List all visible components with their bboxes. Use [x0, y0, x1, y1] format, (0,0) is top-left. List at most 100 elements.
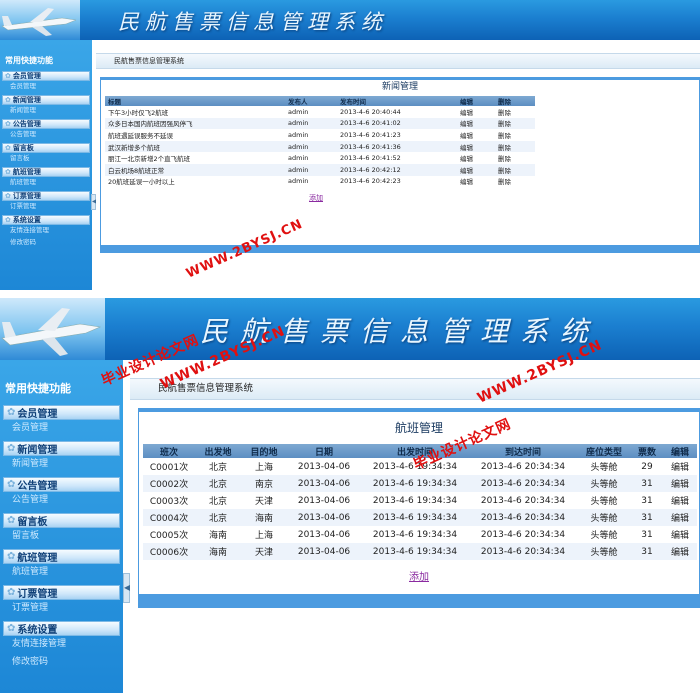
- edit-link[interactable]: 编辑: [457, 163, 495, 176]
- seat-type-cell: 头等舱: [577, 509, 631, 526]
- sidebar-item-member[interactable]: 会员管理: [0, 420, 123, 438]
- airplane-image: [0, 298, 105, 360]
- table-row: 武汉新增多个航班 admin 2013-4-6 20:41:36 编辑 删除: [105, 140, 535, 153]
- edit-link[interactable]: 编辑: [457, 129, 495, 141]
- arrival-cell: 2013-4-6 20:34:34: [469, 509, 577, 526]
- time-cell: 2013-4-6 20:42:12: [337, 163, 457, 176]
- sidebar-group-settings[interactable]: ✿ 系统设置: [3, 621, 120, 636]
- column-header: 发布时间: [337, 96, 457, 106]
- edit-link[interactable]: 编辑: [663, 526, 697, 543]
- edit-link[interactable]: 编辑: [663, 543, 697, 560]
- sidebar-item-links[interactable]: 友情连接管理: [0, 225, 92, 237]
- destination-cell: 天津: [254, 497, 273, 507]
- table-row: C0004次 北京 海南 2013-04-06 2013-4-6 19:34:3…: [143, 509, 697, 526]
- sidebar-group-booking[interactable]: ✿ 订票管理: [3, 585, 120, 600]
- sidebar-heading: 常用快捷功能: [5, 56, 53, 65]
- time-cell: 2013-4-6 20:41:36: [337, 140, 457, 153]
- edit-link[interactable]: 编辑: [663, 475, 697, 492]
- column-header: 编辑: [663, 444, 697, 458]
- news-title-cell: 丽江一北京新增2个直飞航班: [108, 155, 191, 164]
- publisher-cell: admin: [288, 130, 309, 139]
- sidebar-group-member[interactable]: ✿ 会员管理: [2, 71, 90, 81]
- sidebar-group-message[interactable]: ✿ 留言板: [3, 513, 120, 528]
- column-header: 出发地: [195, 444, 241, 458]
- edit-link[interactable]: 编辑: [663, 509, 697, 526]
- sidebar-item-member[interactable]: 会员管理: [0, 81, 92, 93]
- gear-icon: ✿: [7, 479, 16, 490]
- main-content: 民航售票信息管理系统 新闻管理 标题 发布人 发布时间 编辑 删除 下午3小时仅…: [96, 40, 700, 290]
- sidebar-collapse-toggle[interactable]: ◀: [123, 573, 130, 603]
- delete-link[interactable]: 删除: [495, 117, 535, 130]
- delete-link[interactable]: 删除: [495, 129, 535, 141]
- delete-link[interactable]: 删除: [495, 140, 535, 153]
- sidebar-group-settings[interactable]: ✿ 系统设置: [2, 215, 90, 225]
- time-cell: 2013-4-6 20:41:23: [340, 130, 401, 139]
- add-flight-link[interactable]: 添加: [139, 568, 699, 583]
- origin-cell: 海南: [208, 531, 227, 541]
- flight-no-cell: C0001次: [149, 463, 189, 473]
- delete-link[interactable]: 删除: [495, 176, 535, 188]
- table-row: 白云机场8航班正常 admin 2013-4-6 20:42:12 编辑 删除: [105, 163, 535, 176]
- destination-cell: 南京: [241, 475, 287, 492]
- seat-type-cell: 头等舱: [577, 475, 631, 492]
- sidebar-item-flight[interactable]: 航班管理: [0, 564, 123, 582]
- sidebar-item-notice[interactable]: 公告管理: [0, 129, 92, 141]
- add-news-link[interactable]: 添加: [101, 193, 531, 203]
- table-row: 下午3小时仅飞2航班 admin 2013-4-6 20:40:44 编辑 删除: [105, 106, 535, 118]
- arrival-cell: 2013-4-6 20:34:34: [480, 529, 566, 540]
- date-cell: 2013-04-06: [287, 509, 361, 526]
- delete-link[interactable]: 删除: [495, 163, 535, 176]
- sidebar-item-booking[interactable]: 订票管理: [0, 201, 92, 213]
- seat-type-cell: 头等舱: [590, 531, 618, 541]
- edit-link[interactable]: 编辑: [663, 492, 697, 509]
- time-cell: 2013-4-6 20:42:23: [340, 177, 401, 186]
- sidebar-group-member[interactable]: ✿ 会员管理: [3, 405, 120, 420]
- news-title-cell: 武汉新增多个航班: [105, 140, 285, 153]
- edit-link[interactable]: 编辑: [457, 176, 495, 188]
- sidebar-group-news[interactable]: ✿ 新闻管理: [3, 441, 120, 456]
- sidebar-item-links[interactable]: 友情连接管理: [0, 636, 123, 654]
- edit-link[interactable]: 编辑: [457, 106, 495, 118]
- origin-cell: 北京: [195, 475, 241, 492]
- panel-title: 新闻管理: [381, 82, 418, 92]
- delete-link[interactable]: 删除: [495, 106, 535, 118]
- sidebar-item-password[interactable]: 修改密码: [0, 237, 92, 249]
- edit-link[interactable]: 编辑: [457, 117, 495, 130]
- edit-link[interactable]: 编辑: [663, 458, 697, 475]
- sidebar-item-notice[interactable]: 公告管理: [0, 492, 123, 510]
- publisher-cell: admin: [288, 154, 309, 163]
- sidebar-item-message[interactable]: 留言板: [0, 528, 123, 546]
- publisher-cell: admin: [288, 107, 309, 116]
- seat-type-cell: 头等舱: [590, 497, 618, 507]
- sidebar-item-message[interactable]: 留言板: [0, 153, 92, 165]
- sidebar-group-notice[interactable]: ✿ 公告管理: [2, 119, 90, 129]
- delete-link[interactable]: 删除: [495, 152, 535, 164]
- sidebar-group-booking[interactable]: ✿ 订票管理: [2, 191, 90, 201]
- edit-link[interactable]: 编辑: [457, 152, 495, 164]
- time-cell: 2013-4-6 20:41:52: [340, 154, 401, 163]
- flight-no-cell: C0002次: [143, 475, 195, 492]
- sidebar-group-flight[interactable]: ✿ 航班管理: [2, 167, 90, 177]
- origin-cell: 海南: [195, 543, 241, 560]
- sidebar-item-booking[interactable]: 订票管理: [0, 600, 123, 618]
- destination-cell: 天津: [241, 543, 287, 560]
- arrival-cell: 2013-4-6 20:34:34: [480, 461, 566, 472]
- sidebar-group-notice[interactable]: ✿ 公告管理: [3, 477, 120, 492]
- sidebar-item-password[interactable]: 修改密码: [0, 654, 123, 672]
- flight-panel: 航班管理 班次 出发地 目的地 日期 出发时间 到达时间 座位类型 票数 编辑: [138, 408, 700, 608]
- sidebar-group-news[interactable]: ✿ 新闻管理: [2, 95, 90, 105]
- column-header: 到达时间: [469, 444, 577, 458]
- edit-link[interactable]: 编辑: [457, 140, 495, 153]
- table-row: C0005次 海南 上海 2013-04-06 2013-4-6 19:34:3…: [143, 526, 697, 543]
- sidebar-item-news[interactable]: 新闻管理: [0, 456, 123, 474]
- sidebar-group-message[interactable]: ✿ 留言板: [2, 143, 90, 153]
- news-title-cell: 20航班延误一小时以上: [108, 178, 175, 187]
- gear-icon: ✿: [7, 623, 16, 634]
- panel-title: 航班管理: [394, 421, 443, 435]
- sidebar-group-flight[interactable]: ✿ 航班管理: [3, 549, 120, 564]
- sidebar-item-news[interactable]: 新闻管理: [0, 105, 92, 117]
- tickets-cell: 31: [631, 509, 663, 526]
- publisher-cell: admin: [288, 177, 309, 186]
- gear-icon: ✿: [5, 168, 11, 176]
- sidebar-item-flight[interactable]: 航班管理: [0, 177, 92, 189]
